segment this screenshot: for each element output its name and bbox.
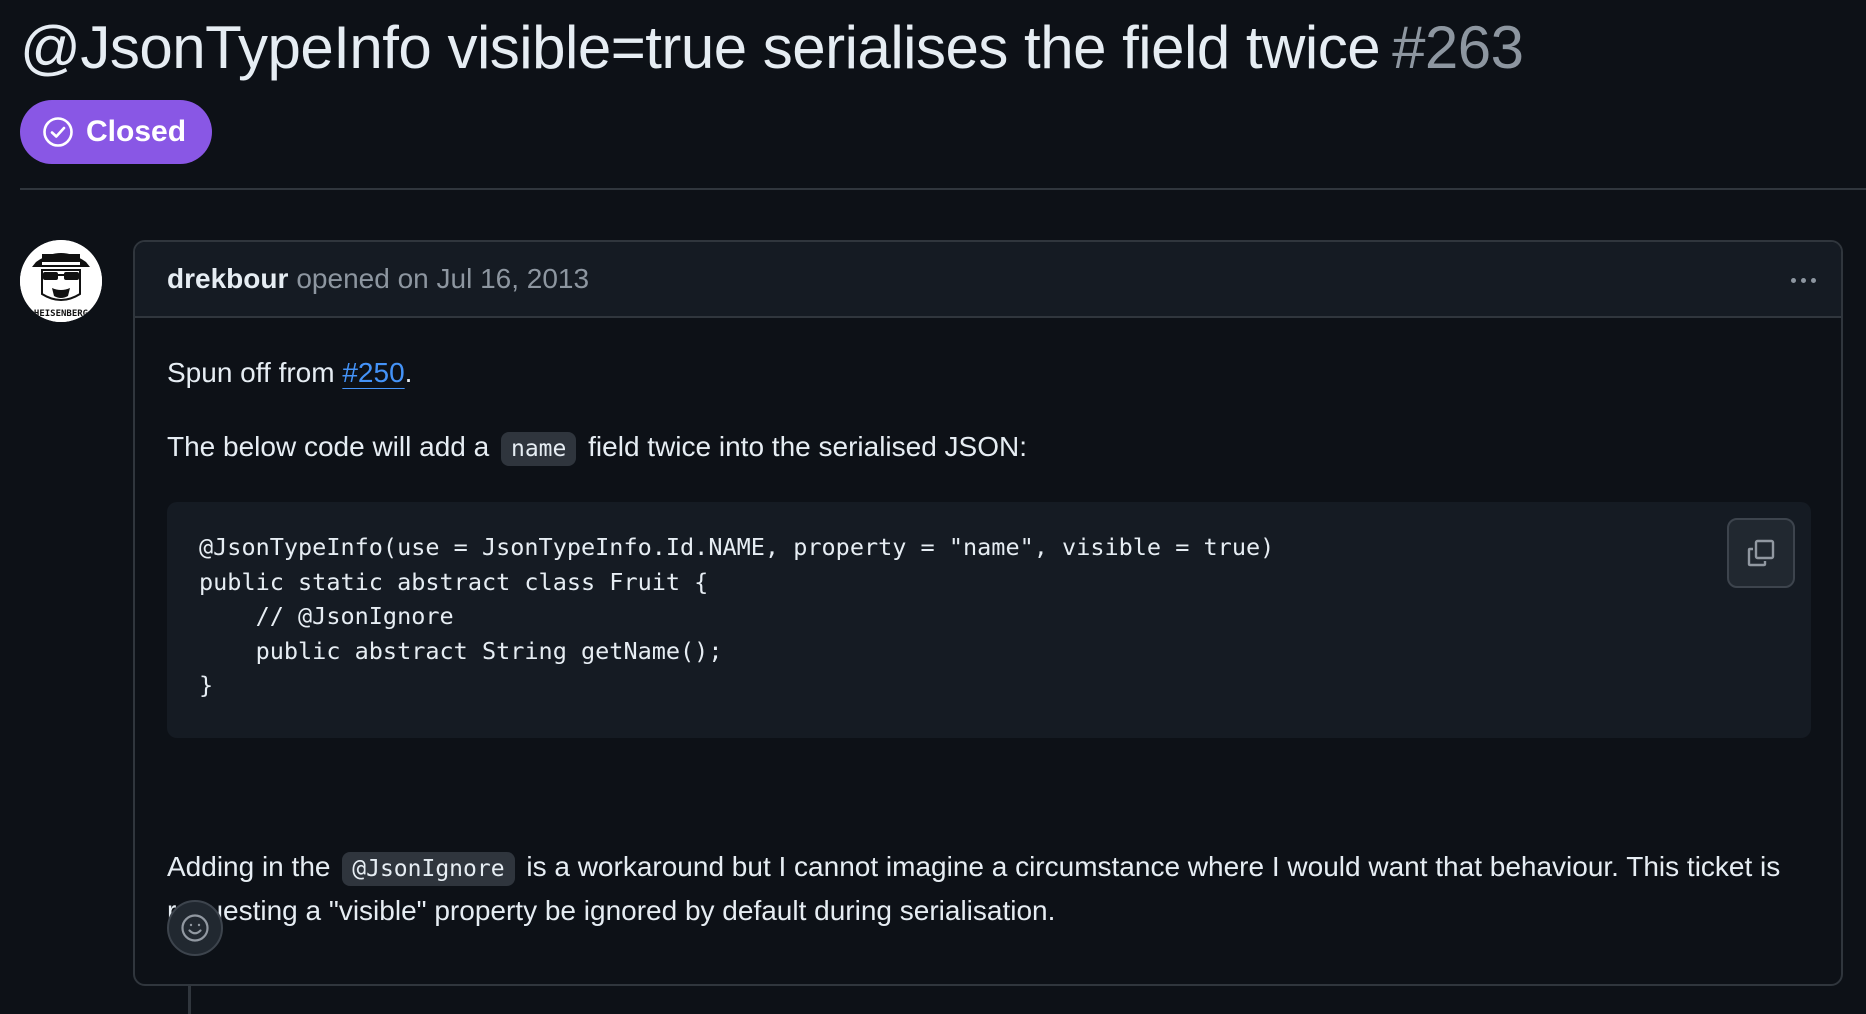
header-divider — [20, 188, 1866, 190]
issue-page: @JsonTypeInfo visible=true serialises th… — [0, 0, 1866, 1014]
avatar-text: HEISENBERG — [34, 309, 88, 319]
check-circle-icon — [42, 116, 74, 148]
inline-code-name: name — [500, 432, 577, 466]
para3-prefix: Adding in the — [167, 851, 331, 882]
body-paragraph-2: The below code will add a name field twi… — [167, 426, 1027, 470]
issue-comment: drekbour opened on Jul 16, 2013 Spun off… — [133, 240, 1843, 986]
para1-prefix: Spun off from — [167, 357, 343, 388]
body-paragraph-1: Spun off from #250. — [167, 352, 412, 394]
para2-prefix: The below code will add a — [167, 431, 490, 462]
avatar[interactable]: HEISENBERG — [20, 240, 102, 322]
avatar-image: HEISENBERG — [20, 240, 102, 322]
issue-state-badge: Closed — [20, 100, 213, 164]
comment-author-link[interactable]: drekbour — [167, 263, 288, 295]
code-line: public abstract String getName(); — [199, 636, 723, 665]
code-line: } — [199, 671, 214, 699]
issue-title: @JsonTypeInfo visible=true serialises th… — [20, 8, 1524, 88]
code-content: @JsonTypeInfo(use = JsonTypeInfo.Id.NAME… — [199, 530, 1779, 703]
kebab-horizontal-icon — [1790, 277, 1796, 283]
comment-header: drekbour opened on Jul 16, 2013 — [135, 242, 1841, 318]
comment-options-button[interactable] — [1781, 262, 1825, 298]
issue-title-text: @JsonTypeInfo visible=true serialises th… — [20, 14, 1381, 81]
copy-icon — [1745, 537, 1777, 569]
issue-number: #263 — [1392, 14, 1524, 81]
add-reaction-button[interactable] — [167, 900, 223, 956]
code-line: public static abstract class Fruit { — [199, 567, 709, 596]
code-block: @JsonTypeInfo(use = JsonTypeInfo.Id.NAME… — [167, 502, 1811, 738]
kebab-dot — [1800, 277, 1806, 283]
para2-suffix: field twice into the serialised JSON: — [588, 431, 1028, 462]
inline-code-jsonignore: @JsonIgnore — [342, 852, 515, 886]
code-line: @JsonTypeInfo(use = JsonTypeInfo.Id.NAME… — [199, 533, 1275, 561]
code-line: // @JsonIgnore — [199, 602, 454, 630]
issue-reference-link[interactable]: #250 — [342, 357, 404, 388]
smiley-icon — [179, 912, 211, 944]
kebab-dot — [1810, 277, 1816, 283]
para1-suffix: . — [404, 357, 413, 388]
body-paragraph-3: Adding in the @JsonIgnore is a workaroun… — [167, 846, 1817, 932]
timeline-connector — [188, 986, 191, 1014]
copy-button[interactable] — [1727, 518, 1795, 588]
comment-timestamp[interactable]: opened on Jul 16, 2013 — [296, 263, 589, 295]
issue-state-label: Closed — [86, 115, 187, 148]
